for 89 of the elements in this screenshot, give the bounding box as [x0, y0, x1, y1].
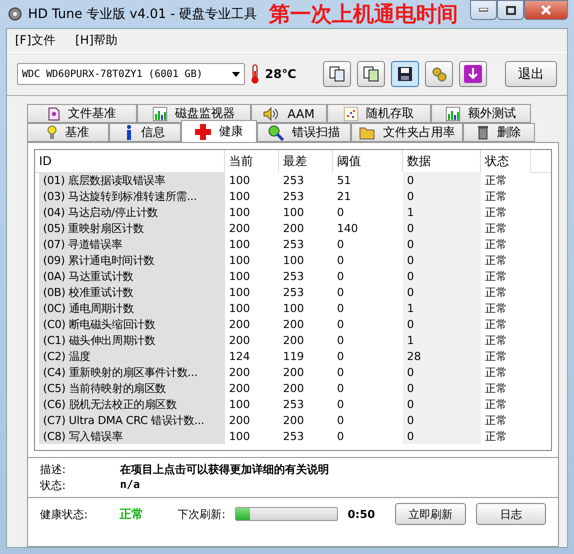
table-cell: (04) 马达启动/停止计数 [39, 204, 225, 220]
table-cell: 0 [403, 284, 481, 300]
table-cell: 0 [403, 380, 481, 396]
action-button[interactable]: 日志 [476, 503, 546, 525]
action-button[interactable]: 立即刷新 [395, 503, 466, 525]
toolbar-button[interactable] [357, 61, 385, 87]
restore-button[interactable] [497, 0, 524, 20]
tab[interactable]: 基准 [27, 123, 109, 142]
table-cell: (0B) 校准重试计数 [39, 284, 225, 300]
refresh-label: 下次刷新: [178, 506, 226, 522]
minimize-button[interactable] [470, 0, 497, 20]
refresh-countdown: 0:50 [348, 508, 376, 520]
health-label: 健康状态: [40, 506, 88, 522]
table-cell: 0 [403, 236, 481, 252]
tab[interactable]: 磁盘监视器 [137, 104, 251, 123]
tab[interactable]: 错误扫描 [257, 123, 351, 142]
minimize-icon [479, 8, 488, 12]
table-cell: 0 [403, 172, 481, 188]
table-cell: 正常 [481, 172, 531, 188]
folder-icon [359, 126, 375, 140]
tab[interactable]: 额外测试 [431, 104, 531, 123]
table-cell: (C8) 写入错误率 [39, 428, 225, 444]
copy-icon [329, 66, 345, 82]
table-cell: (C4) 重新映射的扇区事件计数... [39, 364, 225, 380]
table-cell: (03) 马达旋转到标准转速所需... [39, 188, 225, 204]
table-cell: (C7) Ultra DMA CRC 错误计数... [39, 412, 225, 428]
tab[interactable]: 信息 [109, 123, 181, 142]
annotation-text: 第一次上机通电时间 [269, 1, 458, 28]
close-icon [541, 5, 551, 15]
close-button[interactable] [524, 0, 568, 20]
status-label: 状态: [40, 478, 67, 493]
speaker-icon [263, 106, 280, 120]
table-cell: 1 [403, 204, 481, 220]
download-icon [464, 65, 482, 83]
drive-dropdown[interactable]: WDC WD60PURX-78T0ZY1 (6001 GB) [17, 63, 245, 85]
table-cell: 0 [403, 396, 481, 412]
cross-icon [195, 124, 211, 140]
table-cell: 1 [403, 332, 481, 348]
table-cell: 28 [403, 348, 481, 364]
caret-icon [232, 72, 240, 76]
table-cell: (C6) 脱机无法校正的扇区数 [39, 396, 225, 412]
window-title: HD Tune 专业版 v4.01 - 硬盘专业工具 [28, 6, 258, 23]
table-cell: 0 [403, 364, 481, 380]
info-icon [125, 125, 133, 140]
tab[interactable]: AAM [251, 104, 327, 123]
bar-chart-icon [446, 106, 460, 120]
tab[interactable]: 健康 [181, 120, 257, 142]
table-cell: 0 [403, 220, 481, 236]
tab[interactable]: 删除 [463, 123, 535, 142]
menu-item[interactable]: [F]文件 [15, 32, 56, 49]
description-label: 描述: [40, 462, 67, 477]
table-cell: (C1) 磁头伸出周期计数 [39, 332, 225, 348]
copy-icon [363, 66, 379, 82]
table-cell: (C0) 断电磁头缩回计数 [39, 316, 225, 332]
scatter-chart-icon [344, 106, 358, 120]
table-cell: (C2) 温度 [39, 348, 225, 364]
table-cell: (0A) 马达重试计数 [39, 268, 225, 284]
bar-chart-icon [153, 106, 167, 120]
table-cell: 0 [403, 412, 481, 428]
trash-bin-icon [477, 125, 489, 140]
disk-icon [8, 7, 22, 21]
table-cell: 0 [403, 268, 481, 284]
table-cell: (0C) 通电周期计数 [39, 300, 225, 316]
thermometer-icon [251, 64, 259, 84]
health-status: 正常 [120, 506, 144, 522]
table-cell: 0 [403, 252, 481, 268]
table-cell: (C5) 当前待映射的扇区数 [39, 380, 225, 396]
lightbulb-icon [47, 125, 57, 140]
toolbar-button[interactable] [323, 61, 351, 87]
menu-item[interactable]: [H]帮助 [75, 32, 118, 49]
exit-button[interactable]: 退出 [505, 61, 557, 87]
table-cell: 0 [403, 316, 481, 332]
magnifier-icon [268, 124, 284, 140]
toolbar-button[interactable] [391, 61, 419, 87]
description-text: 在项目上点击可以获得更加详细的有关说明 [120, 462, 330, 477]
table-cell: (07) 寻道错误率 [39, 236, 225, 252]
document-icon [48, 106, 60, 120]
table-cell: 0 [403, 188, 481, 204]
table-cell: 0 [403, 428, 481, 444]
tab[interactable]: 文件夹占用率 [351, 123, 463, 142]
table-cell: (05) 重映射扇区计数 [39, 220, 225, 236]
status-value: n/a [120, 478, 141, 493]
tab[interactable]: 文件基准 [27, 104, 137, 123]
table-cell: 1 [403, 300, 481, 316]
temperature-reading: 28℃ [265, 67, 296, 81]
table-cell: (09) 累计通电时间计数 [39, 252, 225, 268]
tab[interactable]: 随机存取 [327, 104, 431, 123]
restore-icon [506, 6, 516, 14]
table-cell: (01) 底层数据读取错误率 [39, 172, 225, 188]
